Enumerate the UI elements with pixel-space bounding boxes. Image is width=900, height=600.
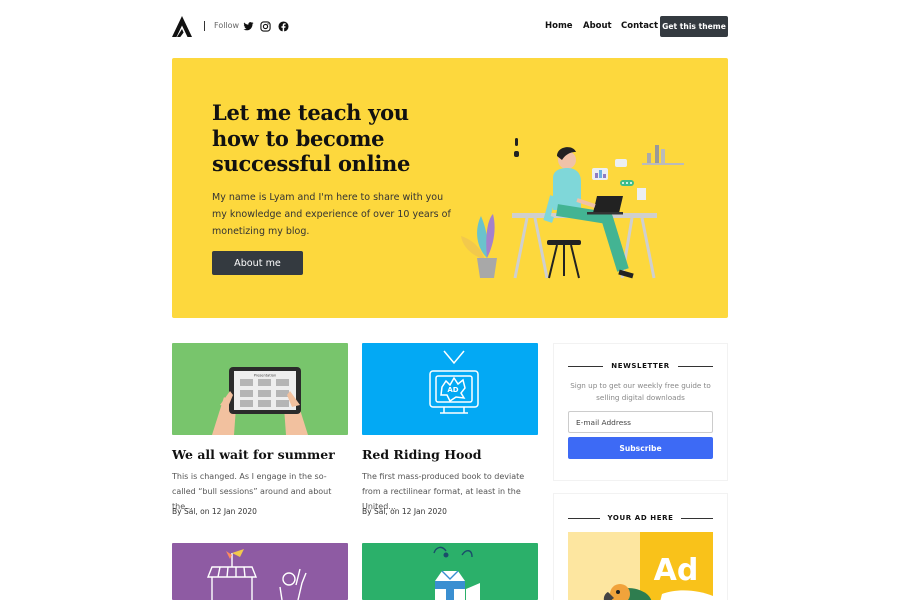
ad-image-text: Ad xyxy=(654,553,699,588)
tablet-label: Presentation xyxy=(254,374,277,378)
facebook-icon[interactable] xyxy=(278,21,289,32)
hero-title: Let me teach you how to become successfu… xyxy=(212,100,411,176)
newsletter-heading-text: NEWSLETTER xyxy=(611,362,670,370)
get-theme-button[interactable]: Get this theme xyxy=(660,16,728,37)
newsletter-heading: NEWSLETTER xyxy=(568,361,713,371)
nav-contact[interactable]: Contact xyxy=(621,21,658,31)
ad-banner-image[interactable]: Ad xyxy=(568,532,713,600)
tv-ad-label: AD xyxy=(447,386,458,394)
shop-illustration xyxy=(206,549,307,600)
parrot-ad-illustration: Ad xyxy=(568,532,713,600)
hero-description: My name is Lyam and I'm here to share wi… xyxy=(212,192,451,237)
post-meta: By Sal, on 12 Jan 2020 xyxy=(362,507,447,516)
nav-home[interactable]: Home xyxy=(545,21,573,31)
ad-widget: YOUR AD HERE Ad xyxy=(553,493,728,600)
post-thumbnail[interactable]: AD xyxy=(362,343,538,435)
site-logo[interactable] xyxy=(172,16,192,37)
person-at-desk-illustration xyxy=(461,138,684,279)
post-meta: By Sal, on 12 Jan 2020 xyxy=(172,507,257,516)
post-thumbnail[interactable] xyxy=(362,543,538,600)
tv-ad-illustration: AD xyxy=(429,350,479,414)
nav-about[interactable]: About xyxy=(583,21,612,31)
post-thumbnail[interactable]: Presentation xyxy=(172,343,348,435)
ad-heading-text: YOUR AD HERE xyxy=(607,514,674,522)
twitter-icon[interactable] xyxy=(243,21,254,32)
header-divider xyxy=(204,21,205,31)
post-thumbnail[interactable] xyxy=(172,543,348,600)
email-field[interactable]: E-mail Address xyxy=(568,411,713,433)
about-me-button[interactable]: About me xyxy=(212,251,303,275)
instagram-icon[interactable] xyxy=(260,21,271,32)
post-title[interactable]: Red Riding Hood xyxy=(362,447,481,462)
hero-banner: Let me teach you how to become successfu… xyxy=(172,58,728,318)
subscribe-button[interactable]: Subscribe xyxy=(568,437,713,459)
newsletter-widget: NEWSLETTER Sign up to get our weekly fre… xyxy=(553,343,728,481)
ad-heading: YOUR AD HERE xyxy=(568,513,713,523)
tablet-presentation-illustration: Presentation xyxy=(212,367,308,435)
post-title[interactable]: We all wait for summer xyxy=(172,447,335,462)
newsletter-description: Sign up to get our weekly free guide to … xyxy=(570,381,711,402)
milk-carton-illustration xyxy=(433,546,480,600)
follow-label: Follow xyxy=(214,21,240,30)
